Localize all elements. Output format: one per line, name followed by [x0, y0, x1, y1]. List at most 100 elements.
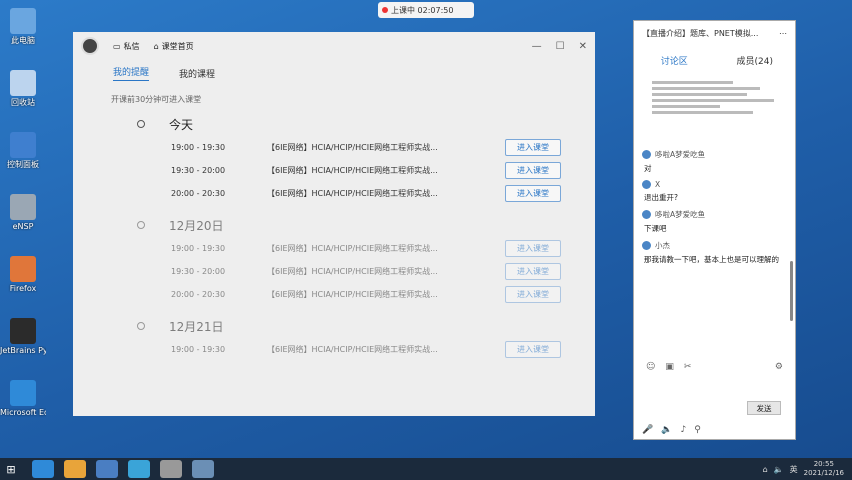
app-icon: [10, 70, 36, 96]
volume-icon[interactable]: 🔈: [774, 465, 784, 474]
app-icon: [10, 194, 36, 220]
enter-class-button[interactable]: 进入课堂: [505, 240, 561, 257]
session-time: 19:00 - 19:30: [171, 143, 226, 152]
shared-image[interactable]: [652, 81, 787, 141]
image-icon[interactable]: ▣: [665, 362, 674, 372]
app-icon: [10, 132, 36, 158]
live-indicator[interactable]: 上课中 02:07:50: [378, 2, 474, 18]
message-text: 那我请教一下吧，基本上也是可以理解的: [644, 255, 779, 264]
session-time: 20:00 - 20:30: [171, 189, 226, 198]
chat-bottom-bar: 🎤 🔈 ♪ ⚲: [634, 421, 795, 439]
message-icon: ▭: [113, 41, 121, 51]
desktop-icon-label: 此电脑: [11, 36, 35, 45]
session-title: 【6IE网络】HCIA/HCIP/HCIE网络工程师实战...: [267, 290, 438, 299]
close-icon[interactable]: ✕: [579, 41, 587, 52]
enter-class-button[interactable]: 进入课堂: [505, 162, 561, 179]
tab-members[interactable]: 成员(24): [715, 45, 796, 75]
session-title: 【6IE网络】HCIA/HCIP/HCIE网络工程师实战...: [267, 267, 438, 276]
desktop-icon[interactable]: 此电脑: [0, 8, 46, 46]
day-title: 12月21日: [169, 319, 224, 334]
avatar[interactable]: [81, 37, 99, 55]
app-icon: [10, 380, 36, 406]
enter-class-button[interactable]: 进入课堂: [505, 263, 561, 280]
user-avatar-icon[interactable]: [642, 210, 651, 219]
tab-my-reminders[interactable]: 我的提醒: [113, 65, 150, 81]
messages-button[interactable]: ▭ 私信: [113, 41, 140, 52]
desktop-icon-label: eNSP: [12, 222, 34, 231]
user-avatar-icon[interactable]: [642, 180, 651, 189]
edge-taskbar-icon[interactable]: [32, 460, 54, 478]
desktop-icon[interactable]: Firefox: [0, 256, 46, 294]
pin-icon[interactable]: ⚲: [694, 425, 701, 435]
app-title-bar: ▭ 私信 ⌂ 课堂首页 — ☐ ✕: [73, 32, 595, 60]
emoji-icon[interactable]: ☺: [646, 362, 655, 372]
maximize-icon[interactable]: ☐: [556, 41, 565, 52]
speaker-icon[interactable]: 🔈: [661, 425, 672, 435]
home-icon: ⌂: [153, 41, 159, 51]
timeline-circle-icon: [137, 322, 145, 330]
user-avatar-icon[interactable]: [642, 241, 651, 250]
desktop-icon[interactable]: Microsoft Edge: [0, 380, 46, 418]
session-time: 19:00 - 19:30: [171, 345, 226, 354]
file-explorer-taskbar-icon[interactable]: [64, 460, 86, 478]
network-icon[interactable]: ⌂: [763, 465, 768, 474]
app-taskbar-icon[interactable]: [96, 460, 118, 478]
notes-taskbar-icon[interactable]: [192, 460, 214, 478]
desktop-icon-label: Firefox: [9, 284, 37, 293]
course-app-taskbar-icon[interactable]: [160, 460, 182, 478]
day-header: 12月21日: [73, 314, 595, 338]
desktop-icon[interactable]: 控制面板: [0, 132, 46, 170]
session-title: 【6IE网络】HCIA/HCIP/HCIE网络工程师实战...: [267, 166, 438, 175]
settings-icon[interactable]: ⚙: [775, 362, 783, 372]
day-group: 12月21日 19:00 - 19:30 【6IE网络】HCIA/HCIP/HCIE…: [73, 314, 595, 369]
message-list[interactable]: 哆啦A梦爱吃鱼对 X 退出重开? 哆啦A梦爱吃鱼 下课吧 小杰 那我请教一下吧，基本上也是可…: [634, 75, 795, 357]
session-row: 20:00 - 20:30 【6IE网络】HCIA/HCIP/HCIE网络工程师实…: [73, 283, 595, 306]
chat-tabs: 讨论区 成员(24): [634, 45, 795, 75]
session-title: 【6IE网络】HCIA/HCIP/HCIE网络工程师实战...: [267, 189, 438, 198]
windows-start-icon[interactable]: ⊞: [0, 458, 22, 480]
desktop-icon-label: Microsoft Edge: [0, 408, 46, 417]
enter-class-button[interactable]: 进入课堂: [505, 185, 561, 202]
desktop-icon[interactable]: 回收站: [0, 70, 46, 108]
desktop-icon[interactable]: eNSP: [0, 194, 46, 232]
ime-indicator[interactable]: 英: [790, 464, 798, 475]
sender-name: X: [655, 180, 661, 189]
message-sender: 哆啦A梦爱吃鱼: [642, 209, 787, 220]
desktop-icon[interactable]: JetBrains PyChar...: [0, 318, 46, 356]
chat-panel: 【直播介绍】题库、PNET模拟... ⋯ 讨论区 成员(24) 哆啦A梦爱吃鱼对…: [633, 20, 796, 440]
day-title: 12月20日: [169, 218, 224, 233]
microphone-icon[interactable]: 🎤: [642, 425, 653, 435]
enter-class-button[interactable]: 进入课堂: [505, 139, 561, 156]
music-icon[interactable]: ♪: [680, 425, 686, 435]
session-time: 19:00 - 19:30: [171, 244, 226, 253]
day-group: 今天 19:00 - 19:30 【6IE网络】HCIA/HCIP/HCIE网络工程…: [73, 112, 595, 213]
scissors-icon[interactable]: ✂: [684, 362, 692, 372]
class-home-button[interactable]: ⌂ 课堂首页: [154, 41, 194, 52]
message-sender: X: [642, 180, 787, 189]
tab-discussion[interactable]: 讨论区: [634, 45, 715, 75]
app-icon: [10, 318, 36, 344]
session-row: 19:30 - 20:00 【6IE网络】HCIA/HCIP/HCIE网络工程师实…: [73, 260, 595, 283]
enter-class-button[interactable]: 进入课堂: [505, 286, 561, 303]
browser-taskbar-icon[interactable]: [128, 460, 150, 478]
enter-class-button[interactable]: 进入课堂: [505, 341, 561, 358]
more-icon[interactable]: ⋯: [779, 29, 787, 38]
clock[interactable]: 20:55 2021/12/16: [804, 460, 844, 478]
message-sender: 小杰: [642, 240, 787, 251]
session-title: 【6IE网络】HCIA/HCIP/HCIE网络工程师实战...: [267, 345, 438, 354]
session-time: 19:30 - 20:00: [171, 166, 226, 175]
send-button[interactable]: 发送: [747, 401, 781, 415]
session-row: 19:00 - 19:30 【6IE网络】HCIA/HCIP/HCIE网络工程师实…: [73, 237, 595, 260]
course-app-window: ▭ 私信 ⌂ 课堂首页 — ☐ ✕ 我的提醒 我的课程 开课前30分钟可进入课堂…: [73, 32, 595, 416]
user-avatar-icon[interactable]: [642, 150, 651, 159]
clock-time: 20:55: [813, 460, 834, 468]
session-row: 20:00 - 20:30 【6IE网络】HCIA/HCIP/HCIE网络工程师实…: [73, 182, 595, 205]
taskbar: ⊞ ⌂ 🔈 英 20:55 2021/12/16: [0, 458, 852, 480]
sender-name: 哆啦A梦爱吃鱼: [655, 210, 706, 219]
chat-scrollbar[interactable]: [790, 261, 793, 321]
timeline-circle-icon: [137, 120, 145, 128]
minimize-icon[interactable]: —: [532, 41, 542, 52]
tab-my-courses[interactable]: 我的课程: [179, 67, 215, 80]
day-header: 今天: [73, 112, 595, 136]
chat-message: 小杰那我请教一下吧，基本上也是可以理解的: [642, 240, 787, 265]
